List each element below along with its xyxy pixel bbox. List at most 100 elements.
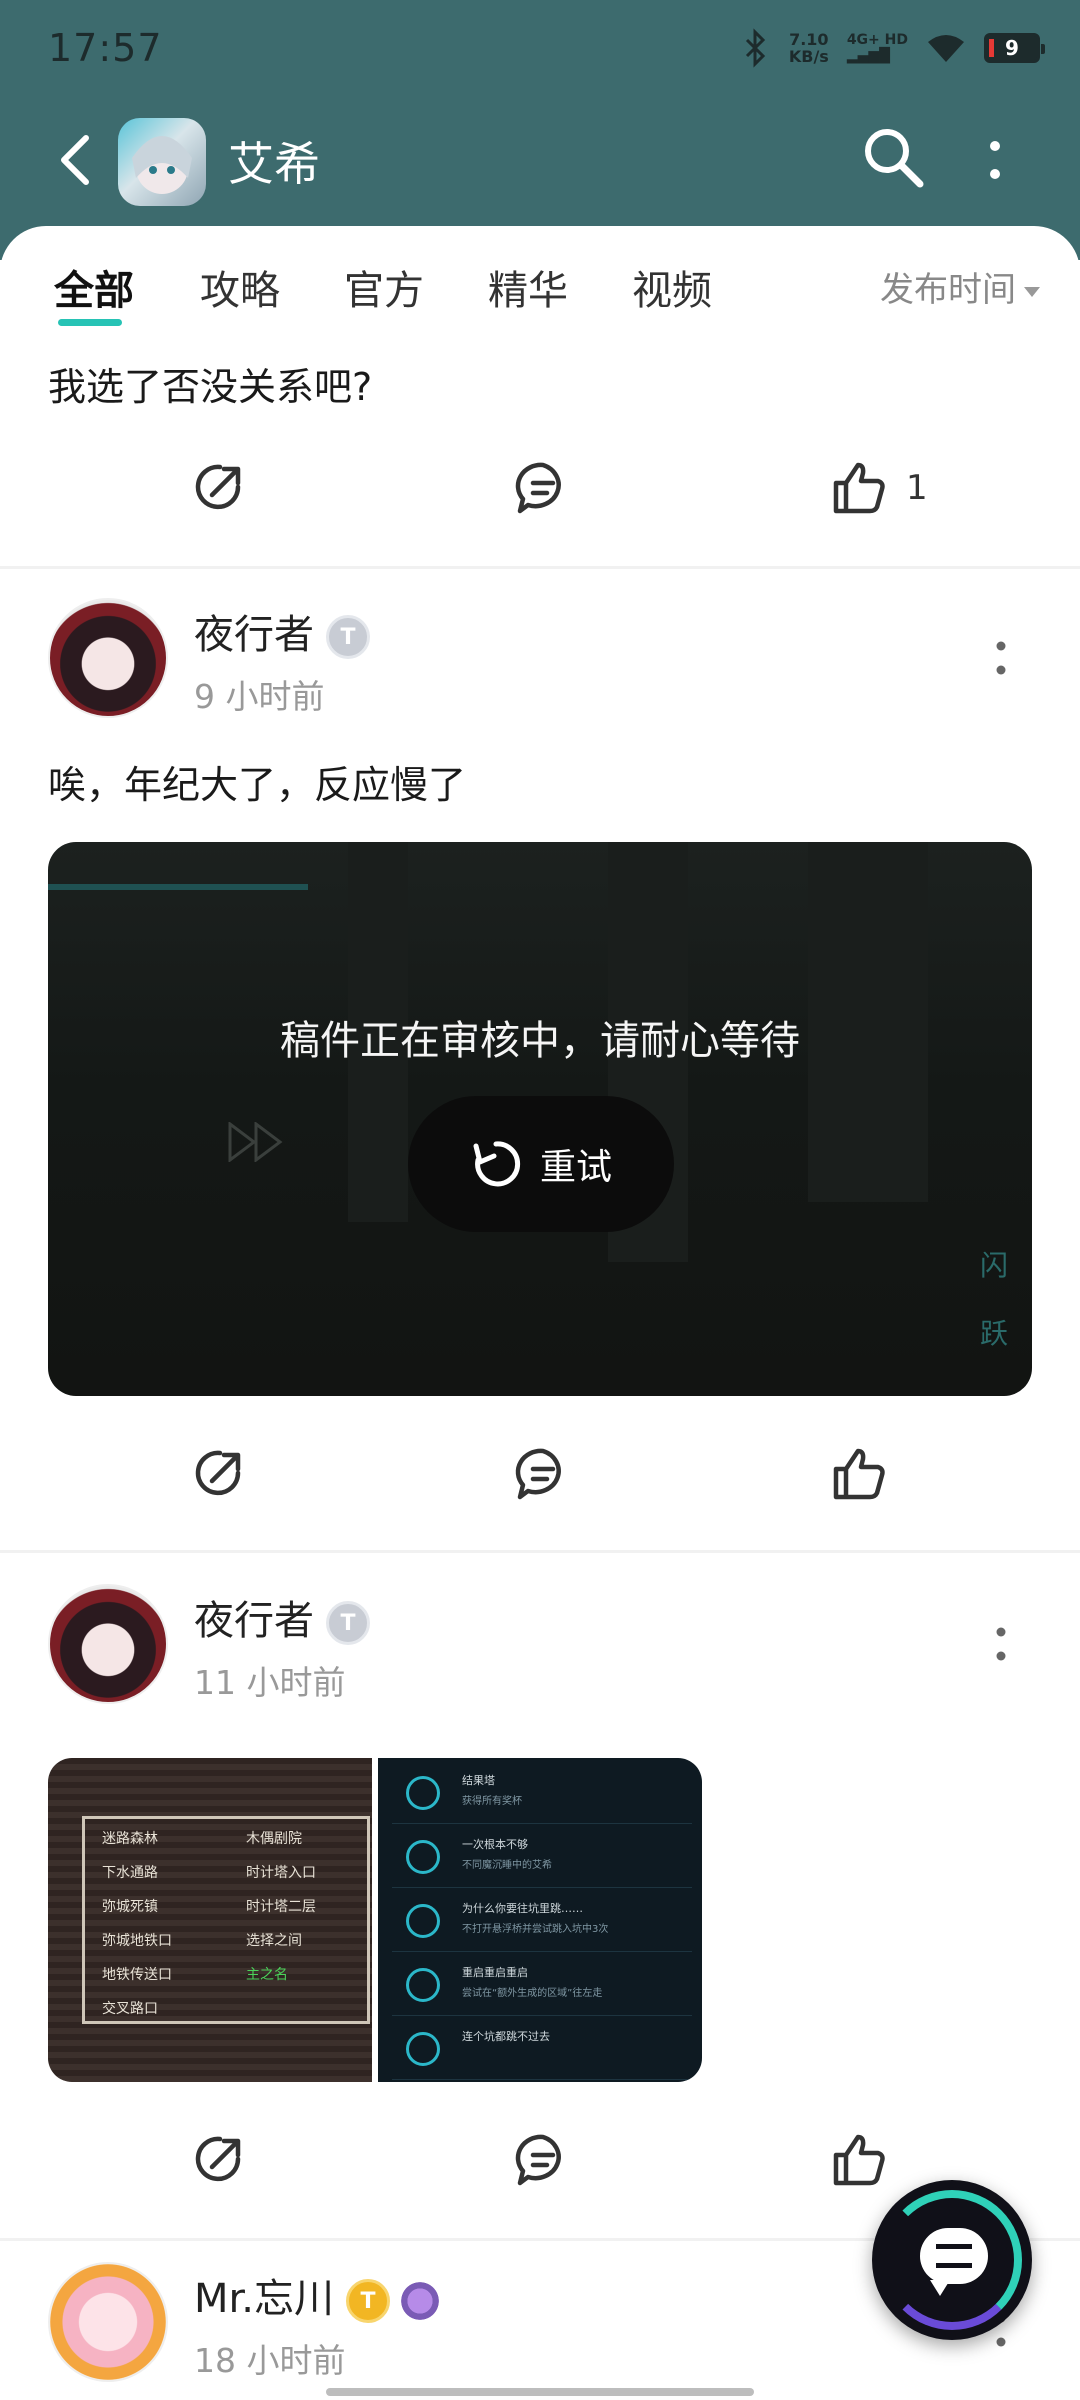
post-time: 11 小时前 xyxy=(194,1663,346,1702)
map-location: 交叉路口 xyxy=(102,2001,158,2017)
app-header: 17:57 7.10 KB/s 4G+ HD ▂▄▆█ 9 艾希 xyxy=(0,0,1080,260)
achievement-row: 重启重启重启 尝试在“额外生成的区域”往左走 xyxy=(392,1958,692,2016)
map-location: 时计塔二层 xyxy=(246,1899,316,1915)
comment-button[interactable] xyxy=(514,448,572,528)
more-options-icon[interactable] xyxy=(980,132,1010,188)
caret-down-icon xyxy=(1024,286,1040,297)
map-location: 时计塔入口 xyxy=(246,1865,316,1881)
map-location: 迷路森林 xyxy=(102,1831,158,1847)
map-location: 弥城地铁口 xyxy=(102,1933,172,1949)
retry-button[interactable]: 重试 xyxy=(408,1096,674,1232)
map-location: 下水通路 xyxy=(102,1865,158,1881)
achievement-icon xyxy=(406,1968,440,2002)
level-badge-icon: T xyxy=(346,2279,390,2323)
user-avatar[interactable] xyxy=(48,598,168,718)
post-author[interactable]: 夜行者 T 11 小时前 xyxy=(48,1584,748,1714)
tab-bar: 全部 攻略 官方 精华 视频 发布时间 xyxy=(0,258,1080,328)
level-badge-icon: T xyxy=(326,615,370,659)
map-location: 地铁传送口 xyxy=(102,1967,172,1983)
username[interactable]: 夜行者 T xyxy=(194,1588,370,1646)
share-button[interactable] xyxy=(190,2120,248,2200)
like-count: 1 xyxy=(906,468,928,508)
comment-icon xyxy=(515,1448,561,1500)
search-icon[interactable] xyxy=(860,124,926,190)
post-image[interactable]: 结果塔 获得所有奖杯 一次根本不够 不同魔沉睡中的艾希 为什么你要往坑里跳…… 不打开… xyxy=(378,1758,702,2082)
tab-official[interactable]: 官方 xyxy=(344,258,424,316)
like-button[interactable]: 1 xyxy=(830,448,928,528)
sort-dropdown[interactable]: 发布时间 xyxy=(880,262,1040,311)
share-button[interactable] xyxy=(190,448,248,528)
share-button[interactable] xyxy=(190,1434,248,1514)
wifi-icon xyxy=(928,35,964,62)
review-status: 稿件正在审核中，请耐心等待 xyxy=(280,1018,800,1064)
achievement-row: 为什么你要往坑里跳…… 不打开悬浮桥并尝试跳入坑中3次 xyxy=(392,1894,692,1952)
tab-all[interactable]: 全部 xyxy=(54,258,134,326)
home-indicator[interactable] xyxy=(326,2388,754,2396)
tab-guides[interactable]: 攻略 xyxy=(200,258,280,316)
achievement-icon xyxy=(406,1840,440,1874)
game-avatar[interactable] xyxy=(118,118,206,206)
page-title: 艾希 xyxy=(228,137,320,191)
thumbs-up-icon xyxy=(833,462,885,514)
share-icon xyxy=(195,464,241,510)
like-button[interactable] xyxy=(830,1434,888,1514)
battery-icon: 9 xyxy=(984,33,1045,63)
thumbs-up-icon xyxy=(833,1448,885,1500)
achievement-icon xyxy=(406,2032,440,2066)
map-location: 弥城死镇 xyxy=(102,1899,158,1915)
post-more-icon[interactable] xyxy=(994,630,1008,690)
post-text: 我选了否没关系吧? xyxy=(48,365,373,409)
post-actions: 1 xyxy=(0,448,1080,528)
game-ui-label: 闪 xyxy=(979,1249,1008,1282)
share-icon xyxy=(195,1450,241,1496)
map-location: 木偶剧院 xyxy=(246,1831,302,1847)
post-time: 9 小时前 xyxy=(194,677,325,716)
status-time: 17:57 xyxy=(48,26,163,70)
divider xyxy=(0,566,1080,569)
bluetooth-icon xyxy=(745,28,765,68)
fast-forward-icon xyxy=(228,1122,283,1162)
post-author[interactable]: Mr.忘川 T 18 小时前 xyxy=(48,2262,748,2392)
character-badge-icon xyxy=(398,2279,442,2323)
map-location: 主之名 xyxy=(246,1967,288,1983)
tab-featured[interactable]: 精华 xyxy=(488,258,568,316)
share-icon xyxy=(195,2136,241,2182)
achievement-row: 一次根本不够 不同魔沉睡中的艾希 xyxy=(392,1830,692,1888)
level-badge-icon: T xyxy=(326,1601,370,1645)
back-icon[interactable] xyxy=(52,132,102,188)
user-avatar[interactable] xyxy=(48,1584,168,1704)
comment-button[interactable] xyxy=(514,1434,572,1514)
post-text: 唉，年纪大了，反应慢了 xyxy=(48,763,467,807)
username[interactable]: Mr.忘川 T xyxy=(194,2266,442,2324)
status-icons: 7.10 KB/s 4G+ HD ▂▄▆█ 9 xyxy=(739,28,1045,68)
comment-button[interactable] xyxy=(514,2120,572,2200)
comment-icon xyxy=(515,462,561,514)
post-actions xyxy=(0,1434,1080,1514)
achievement-icon xyxy=(406,1776,440,1810)
like-button[interactable] xyxy=(830,2120,888,2200)
comment-icon xyxy=(515,2134,561,2186)
top-nav: 艾希 xyxy=(0,110,1080,210)
username[interactable]: 夜行者 T xyxy=(194,602,370,660)
post-time: 18 小时前 xyxy=(194,2341,346,2380)
chat-lines-icon xyxy=(936,2244,972,2268)
tab-videos[interactable]: 视频 xyxy=(632,258,712,316)
chat-fab[interactable] xyxy=(872,2180,1032,2340)
progress-bar xyxy=(48,884,308,890)
post-more-icon[interactable] xyxy=(994,1616,1008,1676)
post-image[interactable]: 迷路森林 木偶剧院 下水通路 时计塔入口 弥城死镇 时计塔二层 弥城地铁口 选择… xyxy=(48,1758,372,2082)
video-player[interactable]: 稿件正在审核中，请耐心等待 重试 闪 跃 xyxy=(48,842,1032,1396)
achievement-row: 连个坑都跳不过去 xyxy=(392,2022,692,2080)
achievement-row: 结果塔 获得所有奖杯 xyxy=(392,1766,692,1824)
net-speed: 7.10 KB/s xyxy=(788,30,829,66)
user-avatar[interactable] xyxy=(48,2262,168,2382)
status-bar: 17:57 7.10 KB/s 4G+ HD ▂▄▆█ 9 xyxy=(0,0,1080,100)
thumbs-up-icon xyxy=(833,2134,885,2186)
game-ui-label: 跃 xyxy=(979,1317,1008,1350)
retry-icon xyxy=(473,1141,521,1187)
post-author[interactable]: 夜行者 T 9 小时前 xyxy=(48,598,748,728)
character-portrait-icon xyxy=(132,136,192,194)
achievement-icon xyxy=(406,1904,440,1938)
signal-icon: 4G+ HD ▂▄▆█ xyxy=(846,32,908,64)
divider xyxy=(0,1550,1080,1553)
